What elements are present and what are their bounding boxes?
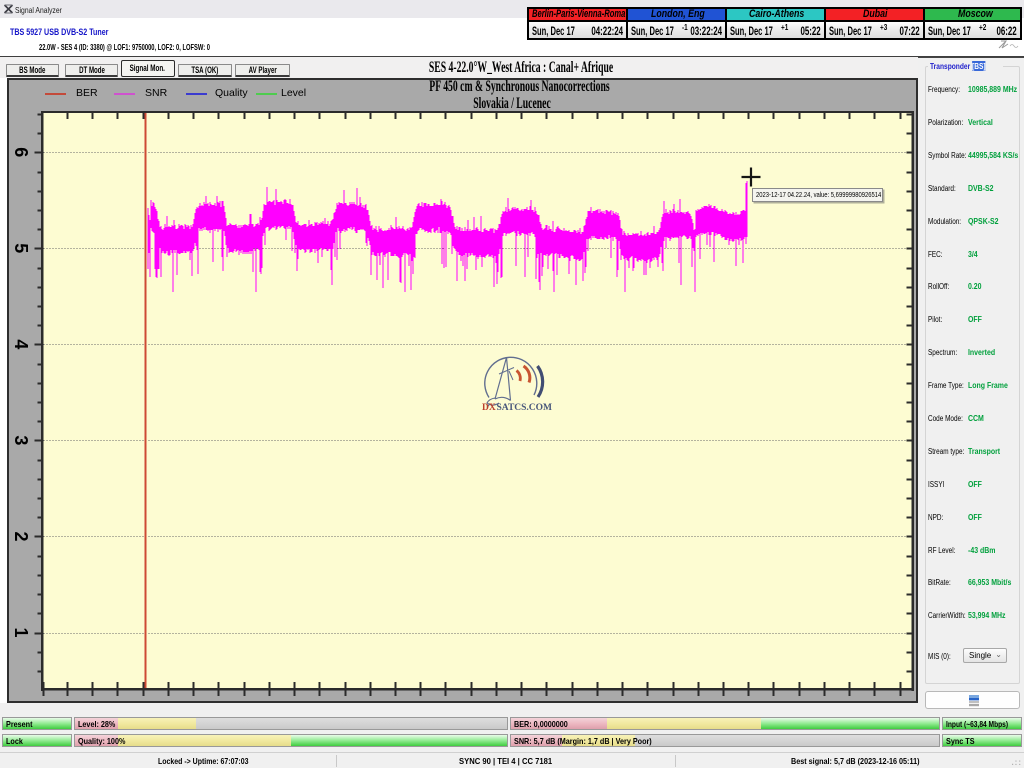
svg-text:5: 5: [11, 243, 31, 253]
svg-text:SATCS.COM: SATCS.COM: [497, 403, 553, 413]
svg-text:2: 2: [11, 531, 31, 541]
svg-text:DX: DX: [482, 403, 496, 413]
svg-text:1: 1: [11, 627, 31, 637]
svg-text:4: 4: [11, 339, 31, 349]
svg-text:3: 3: [11, 435, 31, 445]
svg-text:6: 6: [11, 147, 31, 157]
